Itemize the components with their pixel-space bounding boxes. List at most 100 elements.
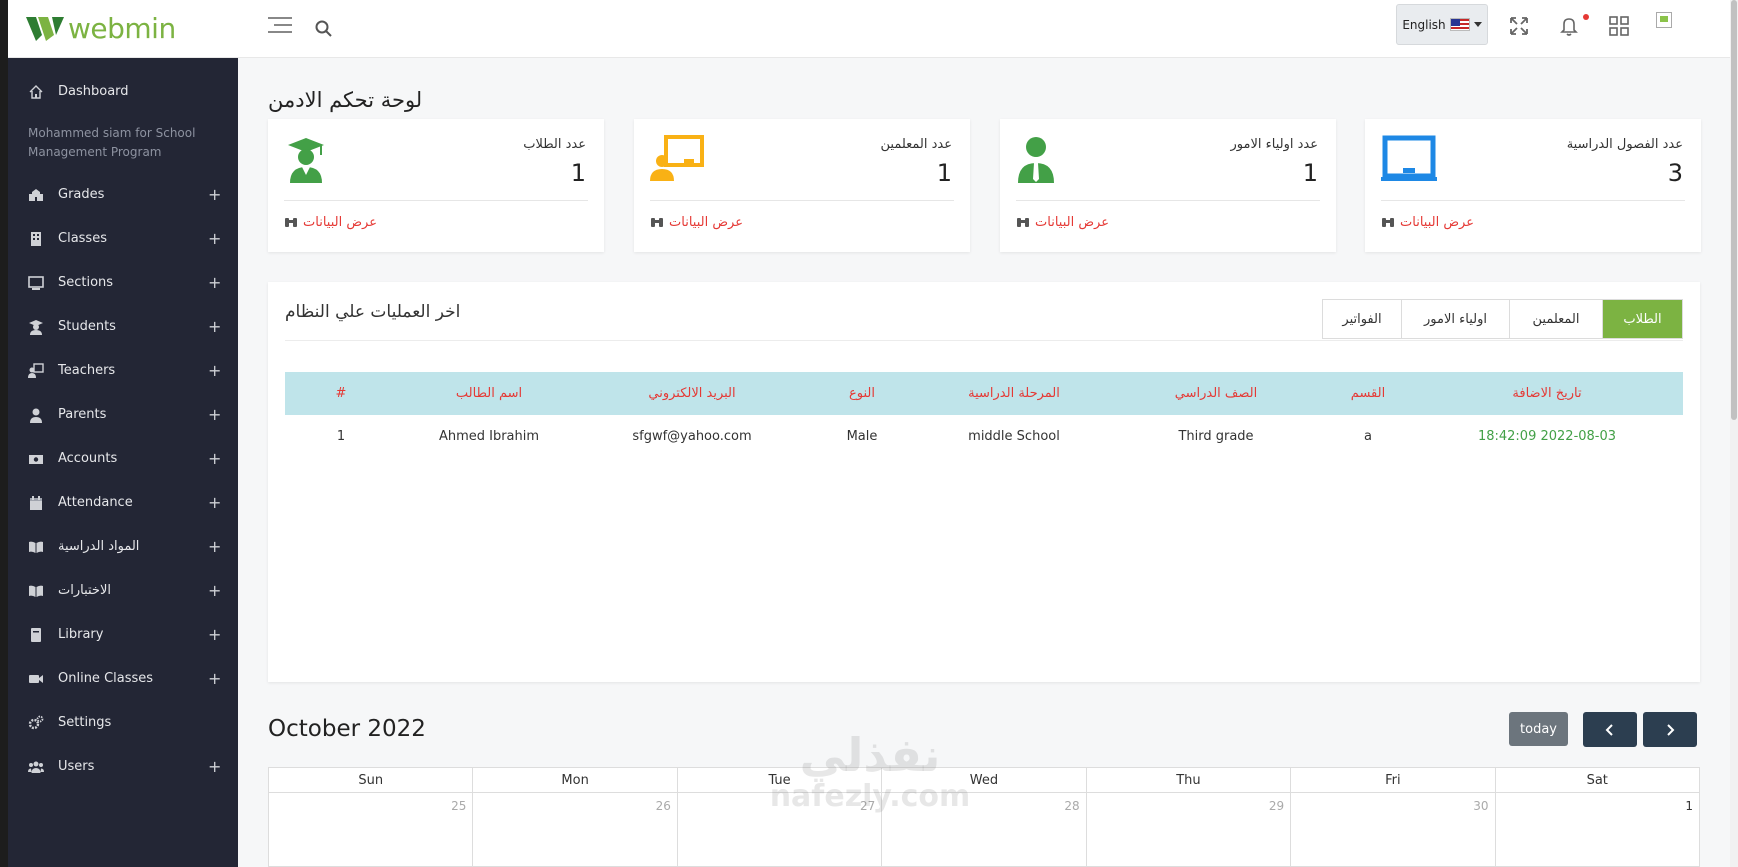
teacher-board-icon xyxy=(650,135,704,181)
sidebar-item-settings[interactable]: Settings xyxy=(8,701,238,745)
sidebar-item-teachers[interactable]: Teachers + xyxy=(8,349,238,393)
tab-teachers[interactable]: المعلمين xyxy=(1509,300,1602,338)
sidebar-item-dashboard[interactable]: Dashboard xyxy=(8,70,238,114)
expand-plus-icon[interactable]: + xyxy=(208,449,221,468)
table-cell: 1 xyxy=(336,428,346,444)
stat-label: عدد المعلمين xyxy=(880,137,953,152)
sidebar-item-label: Students xyxy=(58,319,116,334)
month-calendar: Sun Mon Tue Wed Thu Fri Sat 25 26 27 28 … xyxy=(268,767,1700,867)
sidebar-item-accounts[interactable]: Accounts + xyxy=(8,437,238,481)
sidebar-item-online-classes[interactable]: Online Classes + xyxy=(8,657,238,701)
sidebar-item-grades[interactable]: Grades + xyxy=(8,173,238,217)
expand-plus-icon[interactable]: + xyxy=(208,625,221,644)
weekday-label: Fri xyxy=(1291,768,1496,792)
expand-plus-icon[interactable]: + xyxy=(208,229,221,248)
view-data-label: عرض البيانات xyxy=(303,215,377,230)
sidebar-item-classes[interactable]: Classes + xyxy=(8,217,238,261)
sidebar-item-subjects[interactable]: المواد الدراسية + xyxy=(8,525,238,569)
stat-label: عدد الفصول الدراسية xyxy=(1566,137,1683,152)
expand-plus-icon[interactable]: + xyxy=(208,317,221,336)
sidebar-item-sections[interactable]: Sections + xyxy=(8,261,238,305)
expand-plus-icon[interactable]: + xyxy=(208,185,221,204)
page-scrollbar[interactable] xyxy=(1730,0,1738,867)
us-flag-icon xyxy=(1449,18,1470,31)
sidebar-item-library[interactable]: Library + xyxy=(8,613,238,657)
calendar-day-cell[interactable]: 29 xyxy=(1087,793,1292,867)
building-icon xyxy=(31,232,41,246)
user-tie-icon xyxy=(1018,137,1054,183)
today-button[interactable]: today xyxy=(1509,712,1568,746)
stat-value: 1 xyxy=(570,159,586,187)
next-month-button[interactable] xyxy=(1643,712,1697,747)
view-data-label: عرض البيانات xyxy=(1400,215,1474,230)
view-data-link[interactable]: عرض البيانات xyxy=(650,215,743,230)
table-row[interactable]: 2022-08-03 18:42:09 a Third grade middle… xyxy=(285,415,1683,457)
calendar-day-cell[interactable]: 1 xyxy=(1496,793,1699,867)
language-dropdown[interactable]: English xyxy=(1396,4,1488,45)
column-header: القسم xyxy=(1325,372,1411,415)
graduate-icon xyxy=(288,138,324,183)
stat-value: 3 xyxy=(1667,159,1683,187)
expand-plus-icon[interactable]: + xyxy=(208,361,221,380)
user-avatar[interactable] xyxy=(1656,12,1672,28)
book-open-icon xyxy=(29,541,43,553)
column-header: النوع xyxy=(803,372,921,415)
expand-plus-icon[interactable]: + xyxy=(208,669,221,688)
apps-grid-icon[interactable] xyxy=(1608,15,1630,37)
weekday-label: Sat xyxy=(1586,773,1608,788)
logo-text: webmin xyxy=(68,12,176,45)
search-icon[interactable] xyxy=(314,19,334,39)
divider xyxy=(650,200,954,201)
sidebar-item-users[interactable]: Users + xyxy=(8,745,238,789)
expand-plus-icon[interactable]: + xyxy=(208,537,221,556)
sidebar-item-parents[interactable]: Parents + xyxy=(8,393,238,437)
table-cell: a xyxy=(1364,428,1372,444)
calendar-day-cell[interactable]: 25 xyxy=(269,793,474,867)
calendar-day-cell[interactable]: 26 xyxy=(473,793,678,867)
expand-plus-icon[interactable]: + xyxy=(208,493,221,512)
view-data-link[interactable]: عرض البيانات xyxy=(1016,215,1109,230)
video-icon xyxy=(29,675,43,683)
column-header: اسم الطالب xyxy=(397,372,581,415)
sidebar-item-exams[interactable]: الاختبارات + xyxy=(8,569,238,613)
language-label: English xyxy=(1402,17,1446,32)
view-data-label: عرض البيانات xyxy=(669,215,743,230)
calendar-day-cell[interactable]: 30 xyxy=(1291,793,1496,867)
sidebar-item-label: Classes xyxy=(58,231,107,246)
fullscreen-icon[interactable] xyxy=(1508,15,1530,37)
stat-value: 1 xyxy=(1302,159,1318,187)
sidebar-item-attendance[interactable]: Attendance + xyxy=(8,481,238,525)
home-icon xyxy=(29,85,43,99)
stat-value: 1 xyxy=(936,159,952,187)
tab-students[interactable]: الطلاب xyxy=(1602,300,1682,338)
sidebar-item-label: Accounts xyxy=(58,451,118,466)
tab-parents[interactable]: اولياء الامور xyxy=(1401,300,1509,338)
calendar-day-cell[interactable]: 28 xyxy=(882,793,1087,867)
school-icon xyxy=(29,189,43,201)
money-icon xyxy=(29,455,43,464)
scrollbar-thumb[interactable] xyxy=(1731,0,1737,420)
sidebar-item-students[interactable]: Students + xyxy=(8,305,238,349)
calendar-day-cell[interactable]: 27 xyxy=(678,793,883,867)
bell-icon[interactable] xyxy=(1558,15,1580,37)
expand-plus-icon[interactable]: + xyxy=(208,581,221,600)
stat-label: عدد الطلاب xyxy=(523,137,586,152)
tab-invoices[interactable]: الفواتير xyxy=(1323,300,1401,338)
column-header: تاريخ الاضافة xyxy=(1411,372,1683,415)
card-title: اخر العمليات علي النظام xyxy=(285,302,461,322)
page-title: لوحة تحكم الادمن xyxy=(268,88,423,112)
expand-plus-icon[interactable]: + xyxy=(208,757,221,776)
view-data-link[interactable]: عرض البيانات xyxy=(1381,215,1474,230)
logo[interactable]: webmin xyxy=(26,12,176,45)
column-header: الصف الدراسي xyxy=(1107,372,1325,415)
operations-tabs: الطلاب المعلمين اولياء الامور الفواتير xyxy=(1322,299,1683,339)
view-data-link[interactable]: عرض البيانات xyxy=(284,215,377,230)
table-cell: middle School xyxy=(968,428,1060,444)
menu-toggle-icon[interactable] xyxy=(268,17,292,37)
table-cell: Ahmed Ibrahim xyxy=(438,428,540,444)
prev-month-button[interactable] xyxy=(1583,712,1637,747)
expand-plus-icon[interactable]: + xyxy=(208,273,221,292)
expand-plus-icon[interactable]: + xyxy=(208,405,221,424)
weekday-label: Wed xyxy=(882,768,1087,792)
binoculars-icon xyxy=(651,218,663,227)
